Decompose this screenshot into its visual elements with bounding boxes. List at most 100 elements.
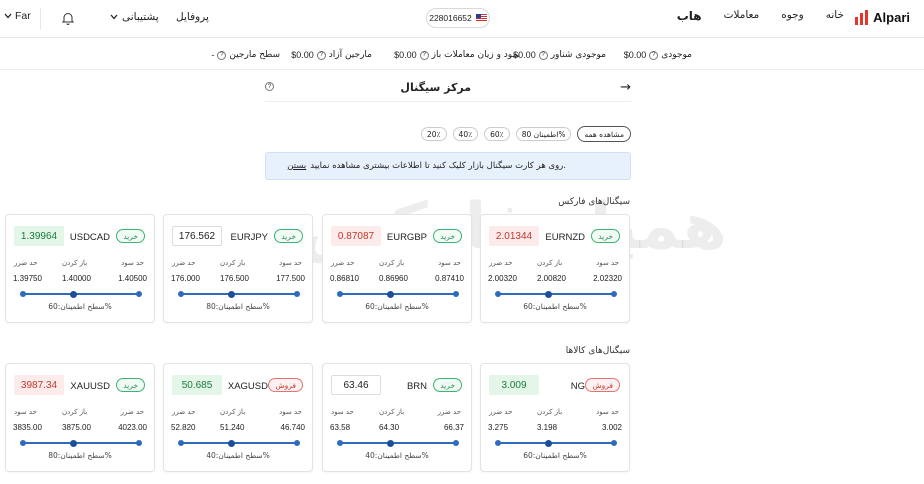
signal-card[interactable]: خرید XAUUSD 3987.34 حد ضرر باز کردن حد س… <box>5 363 155 472</box>
balance-item: - ? سطح مارجین <box>211 50 280 60</box>
current-price: 1.39964 <box>14 226 64 246</box>
current-price: 3.009 <box>489 375 539 395</box>
action-badge: فروش <box>585 378 620 392</box>
range-dot-open <box>545 290 552 298</box>
page-header: → مرکز سیگنال ? <box>265 74 631 102</box>
signal-card[interactable]: خرید EURGBP 0.87087 حد سود باز کردن حد ض… <box>322 214 472 323</box>
label-left: حد ضرر <box>172 259 196 267</box>
balance-label: سطح مارجین <box>229 50 280 60</box>
us-flag-icon <box>475 14 487 22</box>
range-dot-open <box>228 439 235 447</box>
current-price: 2.01344 <box>489 226 539 246</box>
value-open: 51.240 <box>220 423 245 432</box>
filter-40[interactable]: 40٪ <box>452 127 479 141</box>
balance-value: - <box>211 50 215 60</box>
label-left: حد ضرر <box>172 408 196 416</box>
range-dot-open <box>387 439 394 447</box>
page-title: مرکز سیگنال <box>400 81 471 94</box>
signal-card[interactable]: خرید USDCAD 1.39964 حد سود باز کردن حد ض… <box>5 214 155 323</box>
info-icon[interactable]: ? <box>316 50 326 60</box>
nav-funds[interactable]: وجوه <box>781 9 804 23</box>
label-open: باز کردن <box>220 408 246 416</box>
chevron-down-icon <box>110 14 118 20</box>
value-right: 1.40500 <box>118 274 147 283</box>
label-open: باز کردن <box>379 408 405 416</box>
action-badge: خرید <box>116 229 145 243</box>
support-label: پشتیبانی <box>122 11 159 23</box>
label-open: باز کردن <box>62 259 88 267</box>
range-dot <box>495 291 501 297</box>
action-badge: خرید <box>591 229 620 243</box>
price-range-track <box>20 290 142 298</box>
label-right: حد سود <box>596 259 619 267</box>
info-icon[interactable]: ? <box>538 50 548 60</box>
confidence-label: سطح اطمینان:80% <box>48 451 112 460</box>
balance-item: $0.00 ? سود و زیان معاملات باز <box>394 50 520 60</box>
current-price: 50.685 <box>172 375 222 395</box>
account-number: 228016652 <box>429 13 472 23</box>
signal-card[interactable]: فروش XAGUSD 50.685 حد سود باز کردن حد ضر… <box>163 363 313 472</box>
value-left: 63.58 <box>330 423 351 432</box>
language-selector[interactable]: Far <box>4 10 31 22</box>
current-price: 63.46 <box>331 375 381 395</box>
value-right: 46.740 <box>280 423 305 432</box>
balance-label: سود و زیان معاملات باز <box>431 50 520 60</box>
action-badge: خرید <box>433 229 462 243</box>
alpari-logo-icon <box>855 10 869 25</box>
signal-card[interactable]: خرید EURJPY 176.562 حد سود باز کردن حد ض… <box>163 214 313 323</box>
confidence-label: سطح اطمینان:60% <box>365 302 429 311</box>
action-badge: خرید <box>433 378 462 392</box>
support-menu[interactable]: پشتیبانی <box>110 11 159 23</box>
info-icon[interactable]: ? <box>217 50 227 60</box>
filter-60[interactable]: 60٪ <box>484 127 510 141</box>
value-right: 4023.00 <box>118 423 147 432</box>
label-left: حد سود <box>14 408 37 416</box>
info-icon[interactable]: ? <box>649 50 659 60</box>
symbol: EURGBP <box>386 232 427 243</box>
label-right: حد سود <box>596 408 619 416</box>
value-left: 3.275 <box>488 423 509 432</box>
close-banner-link[interactable]: بستن <box>287 161 306 171</box>
range-dot <box>453 440 459 446</box>
current-price: 176.562 <box>172 226 222 246</box>
main-nav: خانه وجوه معاملات هاب <box>677 9 844 23</box>
price-range-track <box>178 439 300 447</box>
account-selector[interactable]: 228016652 <box>426 8 490 28</box>
range-dot <box>337 440 343 446</box>
price-range-track <box>337 290 459 298</box>
info-icon[interactable]: ? <box>419 50 429 60</box>
range-dot <box>453 291 459 297</box>
bell-icon[interactable] <box>62 12 74 25</box>
label-right: حد ضرر <box>437 408 461 416</box>
filter-all[interactable]: مشاهده همه <box>577 126 631 142</box>
label-left: حد سود <box>331 408 354 416</box>
balance-value: $0.00 <box>394 50 417 60</box>
profile-link[interactable]: پروفایل <box>176 11 209 23</box>
range-dot <box>337 291 343 297</box>
value-left: 2.00320 <box>488 274 517 283</box>
nav-hub[interactable]: هاب <box>677 9 702 23</box>
divider <box>40 8 41 30</box>
symbol: NG <box>570 381 585 392</box>
symbol: USDCAD <box>69 232 110 243</box>
value-right: 66.37 <box>443 423 464 432</box>
alpari-logo[interactable]: Alpari <box>855 10 910 25</box>
signal-card[interactable]: خرید BRN 63.46 حد ضرر باز کردن حد سود 66… <box>322 363 472 472</box>
range-dot-open <box>545 439 552 447</box>
label-left: حد ضرر <box>14 259 38 267</box>
balance-label: موجودی <box>661 50 692 60</box>
help-icon[interactable]: ? <box>265 82 274 91</box>
filter-80[interactable]: اطمینان 80% <box>515 127 572 141</box>
balance-bar: $0.00 ? موجودی $0.00 ? موجودی شناور $0.0… <box>0 38 924 70</box>
signal-card[interactable]: خرید EURNZD 2.01344 حد سود باز کردن حد ض… <box>480 214 630 323</box>
filter-20[interactable]: 20٪ <box>420 127 447 141</box>
confidence-label: سطح اطمینان:40% <box>365 451 429 460</box>
balance-value: $0.00 <box>291 50 314 60</box>
signal-card[interactable]: فروش NG 3.009 حد سود باز کردن حد ضرر 3.0… <box>480 363 630 472</box>
label-right: حد ضرر <box>120 408 144 416</box>
price-range-track <box>20 439 142 447</box>
nav-trading[interactable]: معاملات <box>724 9 760 23</box>
range-dot <box>136 440 142 446</box>
back-arrow-icon[interactable]: → <box>620 80 631 95</box>
nav-home[interactable]: خانه <box>826 9 844 23</box>
